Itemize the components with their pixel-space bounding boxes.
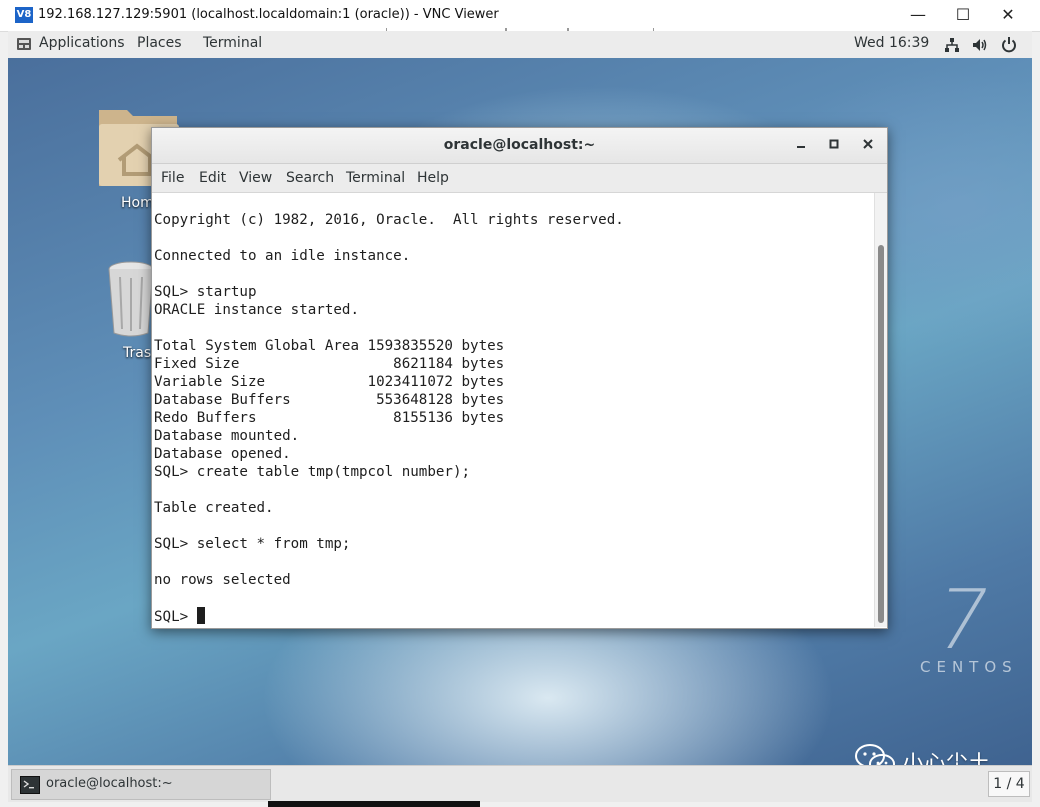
vnc-minimize-button[interactable]: — [904,4,932,26]
vnc-bottom-edge [268,801,480,807]
menu-terminal[interactable]: Terminal [346,170,405,186]
menu-view[interactable]: View [239,170,272,186]
terminal-line: no rows selected [154,572,291,588]
vnc-close-button[interactable]: ✕ [994,4,1022,26]
vnc-logo-icon: V8 [15,7,33,23]
terminal-line: Table created. [154,500,274,516]
menu-file[interactable]: File [161,170,184,186]
terminal-line: Database Buffers 553648128 bytes [154,392,505,408]
applications-icon [17,38,31,50]
terminal-line: SQL> select * from tmp; [154,536,351,552]
maximize-icon [829,139,839,149]
applications-menu[interactable]: Applications [39,35,125,51]
centos-version-logo: 7 [925,573,999,668]
terminal-window[interactable]: oracle@localhost:~ File Edit View Search… [151,127,888,629]
taskbar-item-label: oracle@localhost:~ [46,776,173,791]
terminal-maximize-button[interactable] [822,134,846,156]
taskbar-terminal-item[interactable]: oracle@localhost:~ [11,769,271,800]
terminal-output[interactable]: Copyright (c) 1982, 2016, Oracle. All ri… [152,193,874,627]
terminal-close-button[interactable] [856,134,880,156]
workspace-pager[interactable]: 1 / 4 [988,771,1030,797]
terminal-line: Connected to an idle instance. [154,248,411,264]
centos-wordmark: CENTOS [920,658,1018,676]
terminal-app-icon [20,776,40,794]
terminal-menubar: File Edit View Search Terminal Help [152,164,887,193]
terminal-scrollbar-thumb[interactable] [878,245,884,623]
gnome-top-bar: Applications Places Terminal Wed 16:39 [8,31,1032,59]
terminal-line: Variable Size 1023411072 bytes [154,374,505,390]
vnc-titlebar: V8 192.168.127.129:5901 (localhost.local… [0,0,1040,33]
menu-help[interactable]: Help [417,170,449,186]
trash-icon[interactable] [106,261,156,339]
terminal-line: Database mounted. [154,428,300,444]
terminal-line: SQL> startup [154,284,257,300]
menu-search[interactable]: Search [286,170,334,186]
home-folder-label[interactable]: Hom [121,195,154,211]
terminal-line: Total System Global Area 1593835520 byte… [154,338,505,354]
power-icon[interactable] [1001,36,1017,53]
vnc-window-title: 192.168.127.129:5901 (localhost.localdom… [38,7,499,22]
terminal-line: Copyright (c) 1982, 2016, Oracle. All ri… [154,212,624,228]
terminal-line: ORACLE instance started. [154,302,359,318]
vnc-maximize-button[interactable]: ☐ [949,4,977,26]
network-icon[interactable] [944,37,960,53]
minimize-icon [797,146,805,148]
terminal-cursor [196,607,205,624]
terminal-titlebar[interactable]: oracle@localhost:~ [152,128,887,164]
close-icon [863,139,873,149]
terminal-line: Database opened. [154,446,291,462]
window-list-bar: oracle@localhost:~ 1 / 4 [8,765,1032,802]
places-menu[interactable]: Places [137,35,182,51]
terminal-line: Redo Buffers 8155136 bytes [154,410,505,426]
terminal-title: oracle@localhost:~ [443,137,596,153]
terminal-line: SQL> [154,607,205,626]
trash-label[interactable]: Tras [123,345,151,361]
terminal-scrollbar[interactable] [874,193,887,627]
watermark-text: 小心尘土 [902,752,991,765]
menu-edit[interactable]: Edit [199,170,226,186]
terminal-app-menu[interactable]: Terminal [203,35,262,51]
wechat-icon [855,744,895,765]
terminal-minimize-button[interactable] [789,134,813,156]
terminal-line: SQL> create table tmp(tmpcol number); [154,464,471,480]
clock[interactable]: Wed 16:39 [854,35,929,51]
terminal-line: Fixed Size 8621184 bytes [154,356,505,372]
volume-icon[interactable] [972,37,990,53]
